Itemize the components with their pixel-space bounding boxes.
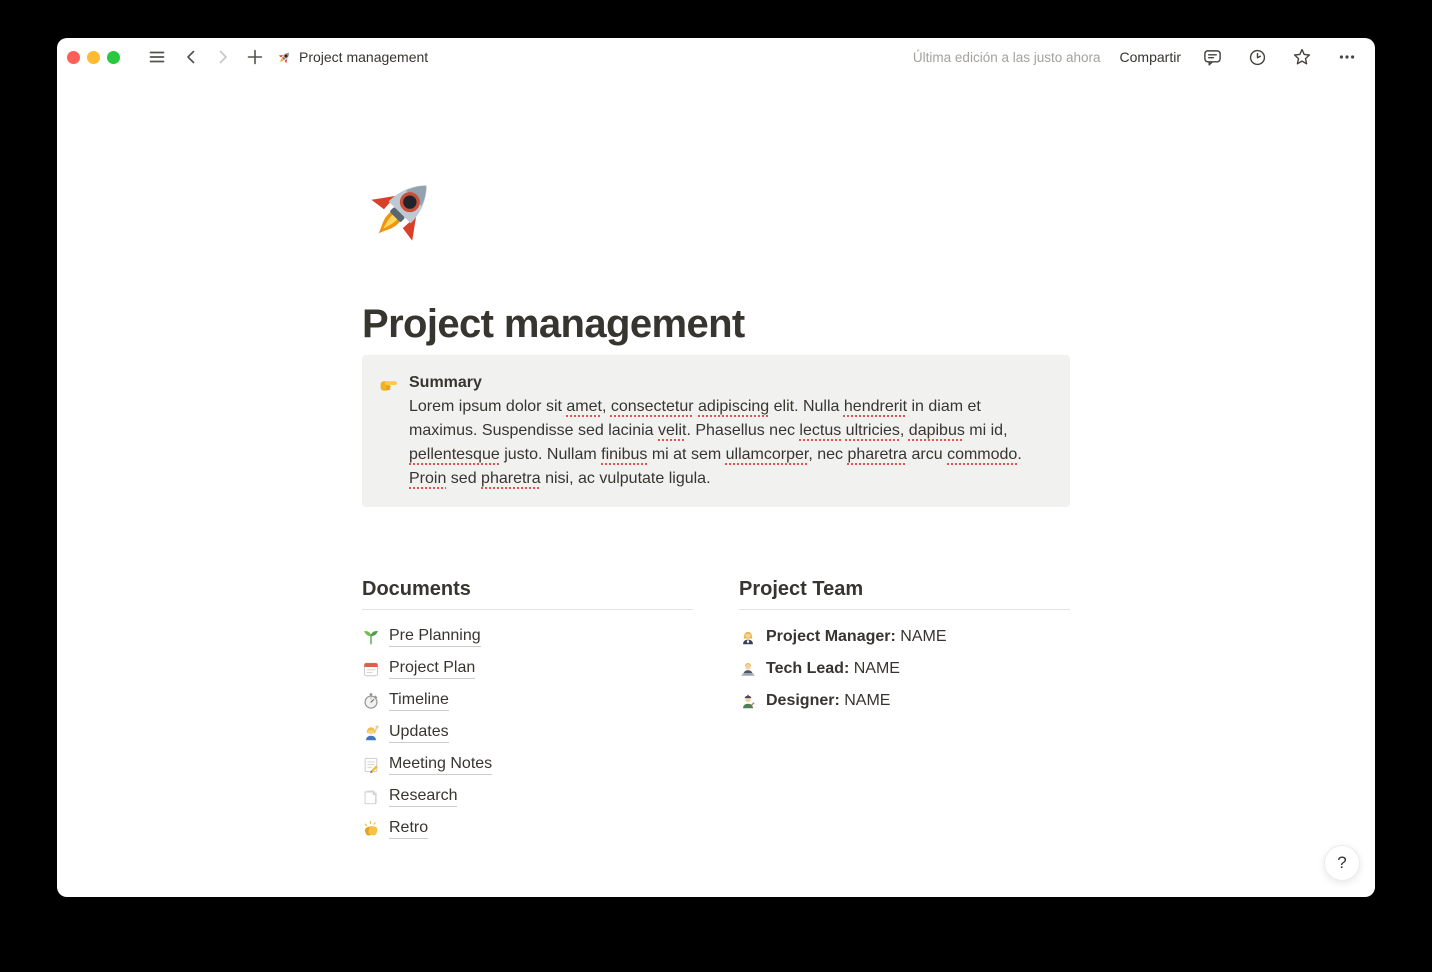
misspelled-word: ultricies — [846, 422, 900, 439]
misspelled-word: amet — [566, 398, 602, 415]
misspelled-word: pellentesque — [409, 446, 500, 463]
misspelled-word: finibus — [601, 446, 647, 463]
misspelled-word: adipiscing — [698, 398, 769, 415]
back-icon[interactable] — [179, 45, 203, 69]
misspelled-word: hendrerit — [844, 398, 907, 415]
documents-list: Pre Planning Project Plan Timeline Updates M… — [362, 621, 693, 845]
breadcrumb-label: Project management — [299, 49, 428, 65]
new-tab-icon[interactable] — [243, 45, 267, 69]
bookmark-tabs-icon — [362, 788, 380, 806]
comments-icon[interactable] — [1200, 45, 1224, 69]
document-link[interactable]: Project Plan — [362, 653, 693, 685]
document-link-label: Retro — [389, 819, 428, 839]
history-icon[interactable] — [1245, 45, 1269, 69]
forward-icon[interactable] — [211, 45, 235, 69]
documents-heading[interactable]: Documents — [362, 576, 693, 610]
seedling-icon — [362, 628, 380, 646]
misspelled-word: commodo — [947, 446, 1017, 463]
team-member-row[interactable]: Project Manager: NAME — [739, 621, 1070, 653]
titlebar: Project management Última edición a las … — [57, 38, 1375, 76]
artist-icon — [739, 692, 757, 710]
last-edited-status: Última edición a las justo ahora — [913, 50, 1101, 65]
document-link[interactable]: Timeline — [362, 685, 693, 717]
callout-paragraph[interactable]: Lorem ipsum dolor sit amet, consectetur … — [409, 395, 1041, 491]
misspelled-word: velit — [658, 422, 686, 439]
team-member-text: Tech Lead: NAME — [766, 660, 900, 678]
misspelled-word: lectus — [799, 422, 841, 439]
document-link-label: Project Plan — [389, 659, 475, 679]
team-list: Project Manager: NAME Tech Lead: NAME Desi… — [739, 621, 1070, 717]
raising-hand-icon — [362, 724, 380, 742]
document-link-label: Meeting Notes — [389, 755, 492, 775]
misspelled-word: pharetra — [481, 470, 541, 487]
document-link[interactable]: Research — [362, 781, 693, 813]
breadcrumb-page-title[interactable]: Project management — [277, 49, 428, 65]
document-link-label: Research — [389, 787, 457, 807]
team-heading[interactable]: Project Team — [739, 576, 1070, 610]
more-icon[interactable] — [1335, 45, 1359, 69]
team-member-row[interactable]: Tech Lead: NAME — [739, 653, 1070, 685]
document-link[interactable]: Retro — [362, 813, 693, 845]
calendar-icon — [362, 660, 380, 678]
memo-icon — [362, 756, 380, 774]
misspelled-word: Proin — [409, 470, 446, 487]
favorite-star-icon[interactable] — [1290, 45, 1314, 69]
misspelled-word: dapibus — [909, 422, 965, 439]
document-link[interactable]: Meeting Notes — [362, 749, 693, 781]
misspelled-word: pharetra — [847, 446, 907, 463]
page-title[interactable]: Project management — [362, 300, 1070, 348]
rocket-icon — [277, 50, 292, 65]
menu-icon[interactable] — [145, 45, 169, 69]
point-right-icon — [378, 373, 399, 394]
callout-heading[interactable]: Summary — [409, 371, 1041, 395]
share-button[interactable]: Compartir — [1120, 49, 1181, 65]
document-link-label: Pre Planning — [389, 627, 481, 647]
page-icon-rocket[interactable] — [362, 170, 442, 250]
clap-icon — [362, 820, 380, 838]
page-content: Project management Summary Lorem ipsum d… — [57, 76, 1375, 897]
document-link-label: Timeline — [389, 691, 449, 711]
documents-column: Documents Pre Planning Project Plan Timeli… — [362, 576, 693, 845]
office-worker-icon — [739, 628, 757, 646]
team-member-row[interactable]: Designer: NAME — [739, 685, 1070, 717]
summary-callout: Summary Lorem ipsum dolor sit amet, cons… — [362, 355, 1070, 507]
team-member-text: Project Manager: NAME — [766, 628, 946, 646]
technologist-icon — [739, 660, 757, 678]
team-column: Project Team Project Manager: NAME Tech L… — [739, 576, 1070, 845]
help-button[interactable]: ? — [1324, 845, 1360, 881]
document-link[interactable]: Pre Planning — [362, 621, 693, 653]
document-link[interactable]: Updates — [362, 717, 693, 749]
minimize-window-button[interactable] — [87, 51, 100, 64]
close-window-button[interactable] — [67, 51, 80, 64]
team-member-text: Designer: NAME — [766, 692, 890, 710]
traffic-lights — [67, 51, 120, 64]
notion-window: Project management Última edición a las … — [57, 38, 1375, 897]
misspelled-word: consectetur — [611, 398, 694, 415]
misspelled-word: ullamcorper — [726, 446, 809, 463]
stopwatch-icon — [362, 692, 380, 710]
zoom-window-button[interactable] — [107, 51, 120, 64]
document-link-label: Updates — [389, 723, 449, 743]
